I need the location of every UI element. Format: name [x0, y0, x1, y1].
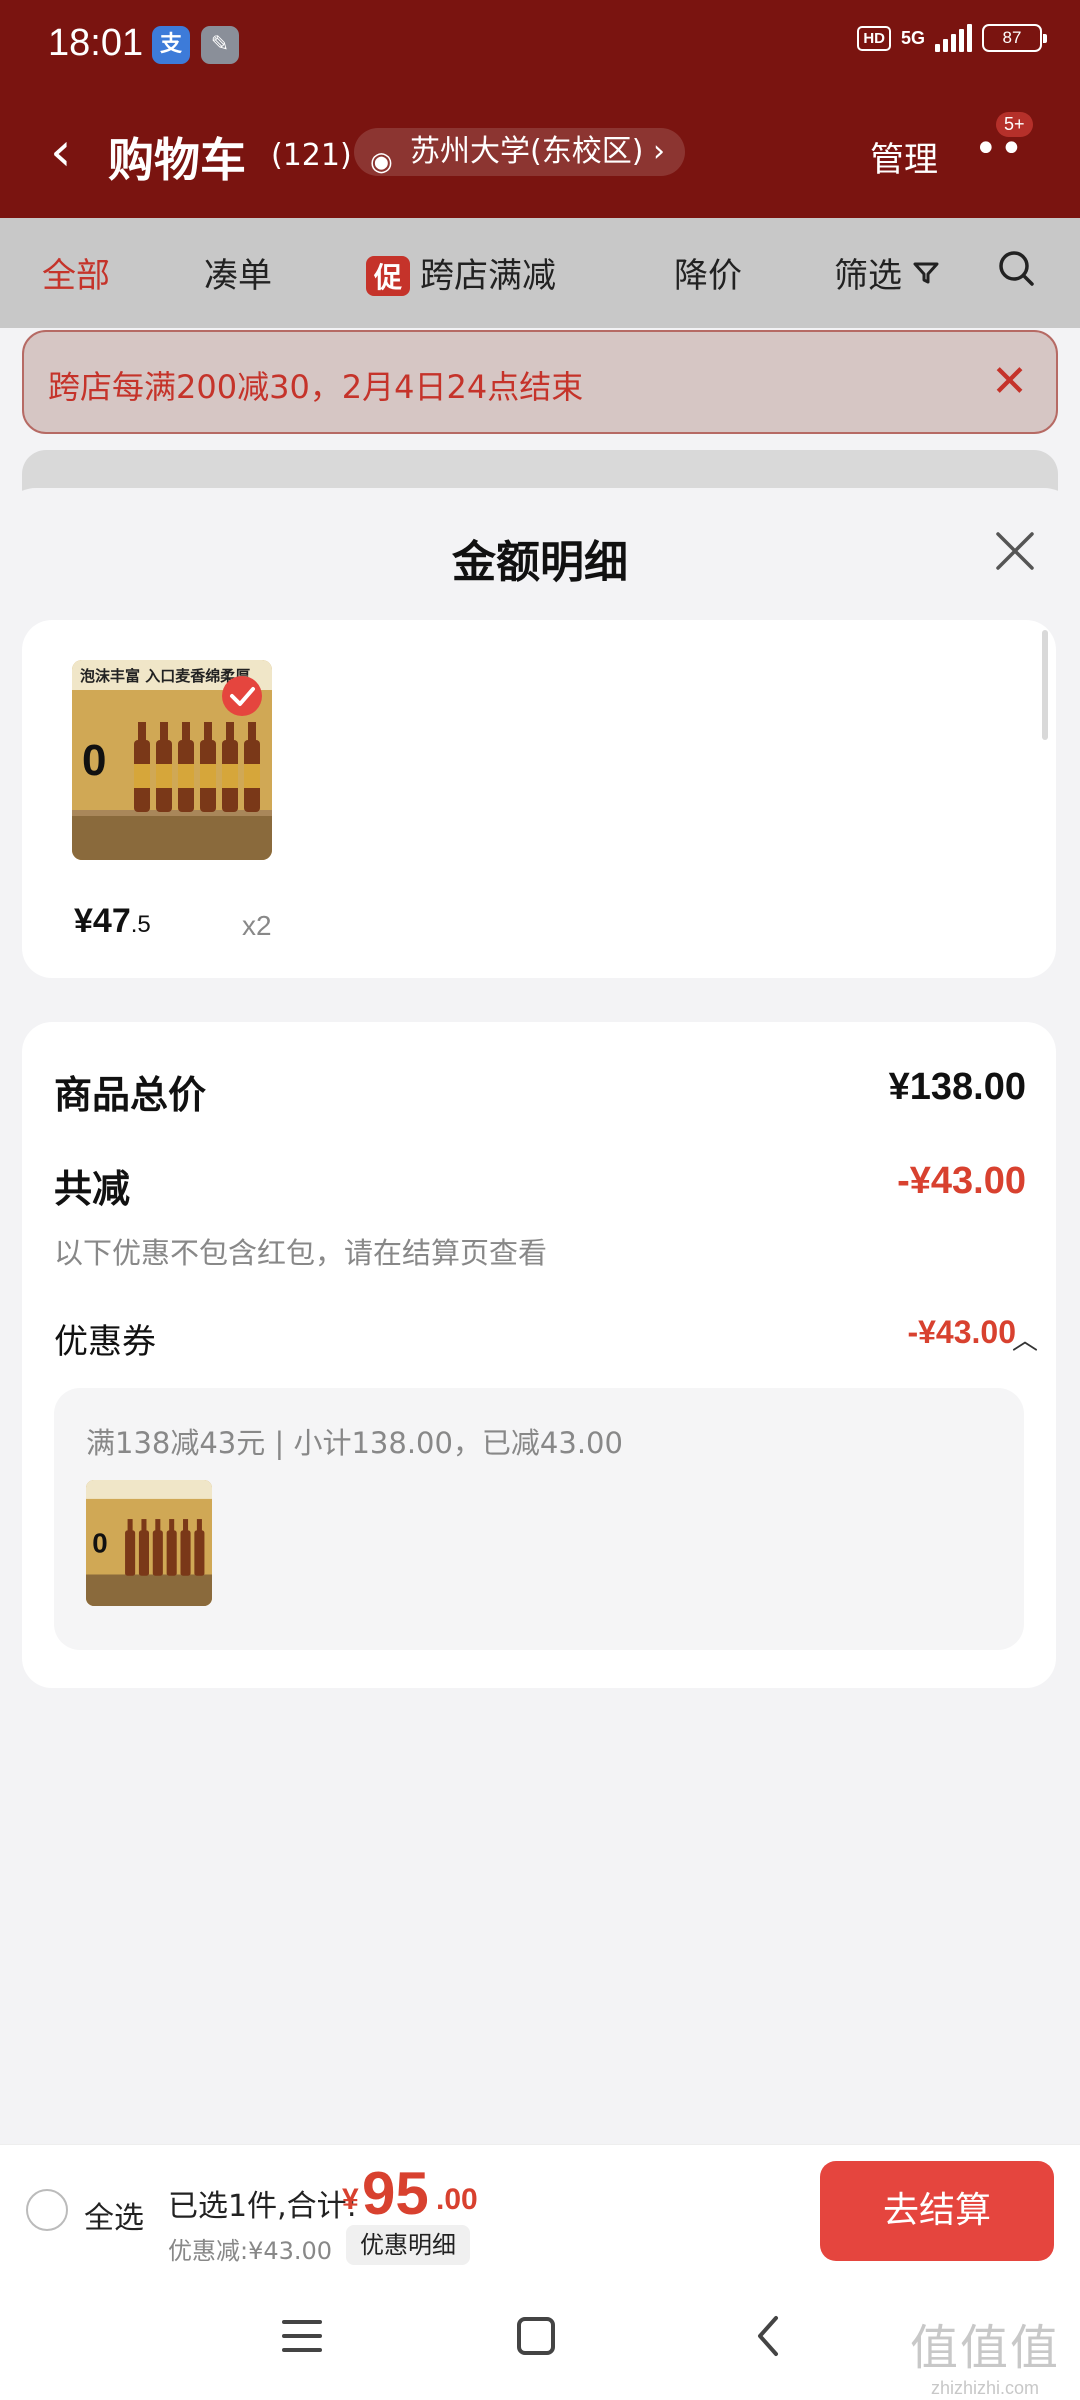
- coupon-label: 优惠券: [54, 1322, 156, 1362]
- nav-bar: ‹ 购物车 (121) ◉ 苏州大学(东校区) › 管理 •• 5+: [0, 112, 1080, 188]
- page-title: 购物车: [108, 133, 246, 187]
- promo-badge: 促: [366, 256, 411, 296]
- cart-count: (121): [271, 138, 352, 173]
- item-price: ¥47.5: [74, 902, 151, 941]
- cart-header: 18:01 支 ✎ HD 5G 87 ‹ 购物车 (121) ◉ 苏州大学(东校…: [0, 0, 1080, 218]
- back-icon[interactable]: [742, 2308, 798, 2364]
- message-badge: 5+: [996, 112, 1033, 137]
- close-icon[interactable]: ✕: [991, 356, 1028, 407]
- promo-banner-text: 跨店每满200减30，2月4日24点结束: [48, 368, 584, 406]
- cart-background-page: 18:01 支 ✎ HD 5G 87 ‹ 购物车 (121) ◉ 苏州大学(东校…: [0, 0, 1080, 560]
- cart-tabs: 全部 凑单 促跨店满减 降价 筛选: [0, 218, 1080, 328]
- svg-text:0: 0: [82, 736, 106, 785]
- chevron-right-icon: ›: [652, 134, 665, 169]
- watermark: 值值值 zhizhizhi.com: [910, 2308, 1060, 2399]
- total-discount-value: -¥43.00: [897, 1160, 1026, 1202]
- tab-filter-label: 筛选: [834, 256, 902, 296]
- watermark-logo: 值值值: [909, 2320, 1060, 2376]
- item-price-dec: .5: [130, 911, 151, 938]
- total-amount-dec: .00: [436, 2183, 478, 2216]
- selected-summary: 已选1件,合计:: [168, 2189, 357, 2224]
- tab-filter[interactable]: 筛选: [834, 248, 940, 297]
- manage-button[interactable]: 管理: [870, 132, 938, 181]
- item-quantity: x2: [242, 910, 272, 941]
- tab-cross-store[interactable]: 促跨店满减: [366, 248, 556, 297]
- product-thumbnail[interactable]: 泡沫丰富 入口麦香绵柔厚 0: [72, 660, 272, 860]
- tools-app-icon: ✎: [201, 26, 239, 64]
- coupon-product-thumbnail[interactable]: 0: [86, 1480, 212, 1606]
- status-indicators: HD 5G 87: [857, 24, 1047, 52]
- eye-icon: ◉: [370, 147, 393, 177]
- coupon-detail-box: 满138减43元 | 小计138.00，已减43.00 0: [54, 1388, 1024, 1650]
- system-nav-bar: 值值值 zhizhizhi.com: [0, 2274, 1080, 2400]
- back-chevron-icon[interactable]: ‹: [50, 122, 72, 182]
- checkout-button[interactable]: 去结算: [820, 2161, 1054, 2261]
- total-price-value: ¥138.00: [888, 1066, 1026, 1108]
- svg-text:0: 0: [92, 1527, 107, 1558]
- total-price-label: 商品总价: [54, 1073, 207, 1117]
- menu-icon[interactable]: [274, 2308, 330, 2364]
- tab-cross-store-label: 跨店满减: [420, 256, 557, 296]
- coupon-value[interactable]: -¥43.00: [907, 1314, 1016, 1351]
- hd-icon: HD: [857, 25, 891, 51]
- discount-summary: 优惠减:¥43.00: [168, 2237, 333, 2265]
- chevron-up-icon[interactable]: ︿: [1012, 1320, 1038, 1357]
- total-amount-int: 95: [362, 2160, 429, 2227]
- item-price-int: ¥47: [74, 902, 131, 940]
- tab-all[interactable]: 全部: [42, 248, 110, 297]
- checkout-bar: 全选 已选1件,合计: ¥ 95 .00 优惠减:¥43.00 优惠明细 去结算: [0, 2144, 1080, 2274]
- battery-icon: 87: [982, 24, 1047, 52]
- watermark-text: zhizhizhi.com: [930, 2378, 1040, 2398]
- coupon-detail-text: 满138减43元 | 小计138.00，已减43.00: [86, 1426, 623, 1460]
- search-icon[interactable]: [996, 248, 1036, 288]
- status-time: 18:01: [48, 22, 144, 64]
- select-all-checkbox[interactable]: [26, 2189, 68, 2231]
- address-label: 苏州大学(东校区): [410, 134, 644, 169]
- network-type: 5G: [900, 27, 925, 48]
- address-selector[interactable]: ◉ 苏州大学(东校区) ›: [354, 128, 685, 177]
- close-icon[interactable]: [990, 526, 1040, 576]
- checkmark-icon: [222, 676, 262, 716]
- discount-detail-button[interactable]: 优惠明细: [346, 2225, 470, 2265]
- scrollbar[interactable]: [1042, 630, 1048, 740]
- home-icon[interactable]: [508, 2308, 564, 2364]
- total-discount-label: 共减: [54, 1167, 131, 1211]
- amount-detail-sheet: 金额明细 泡沫丰富 入口麦香绵柔厚 0 ¥47.5 x2 商品总价 ¥138.0…: [0, 488, 1080, 2144]
- discount-note: 以下优惠不包含红包，请在结算页查看: [54, 1236, 548, 1270]
- select-all-label[interactable]: 全选: [84, 2193, 144, 2237]
- total-currency: ¥: [342, 2183, 359, 2216]
- signal-icon: [935, 24, 972, 52]
- selected-items-card: 泡沫丰富 入口麦香绵柔厚 0 ¥47.5 x2: [22, 620, 1056, 978]
- tab-combine[interactable]: 凑单: [204, 248, 272, 297]
- product-caption: 泡沫丰富 入口麦香绵柔厚: [80, 667, 250, 685]
- promo-banner: 跨店每满200减30，2月4日24点结束 ✕: [22, 330, 1058, 434]
- status-bar: 18:01 支 ✎ HD 5G 87: [0, 0, 1080, 90]
- sheet-title: 金额明细: [452, 537, 628, 588]
- price-summary-card: 商品总价 ¥138.00 共减 -¥43.00 以下优惠不包含红包，请在结算页查…: [22, 1022, 1056, 1688]
- filter-icon: [912, 256, 940, 296]
- tab-price-drop[interactable]: 降价: [674, 248, 742, 297]
- alipay-app-icon: 支: [152, 26, 190, 64]
